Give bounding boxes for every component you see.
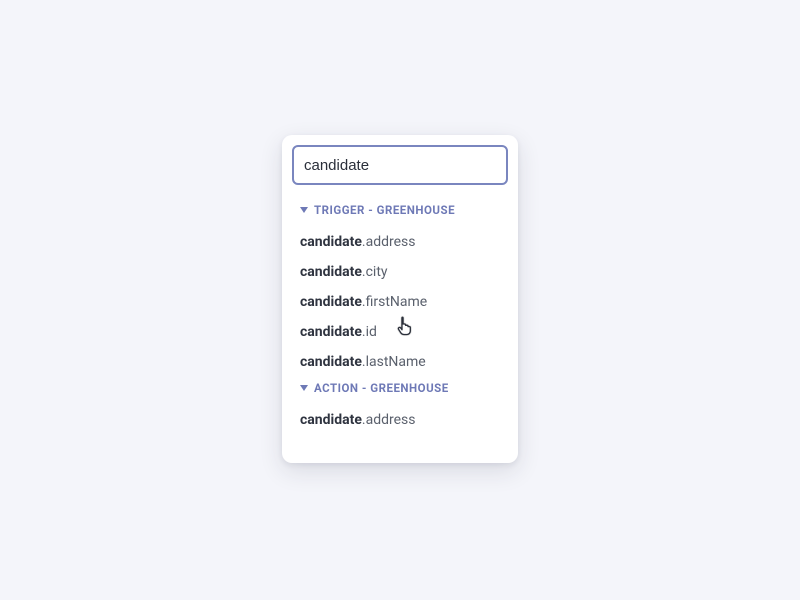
chevron-down-icon bbox=[300, 207, 308, 213]
variable-picker-panel: Trigger - Greenhouse candidate.address c… bbox=[282, 135, 518, 463]
list-item[interactable]: candidate.lastName bbox=[300, 347, 500, 377]
search-row bbox=[292, 145, 508, 185]
section-header-action[interactable]: Action - Greenhouse bbox=[300, 381, 500, 395]
section-header-trigger[interactable]: Trigger - Greenhouse bbox=[300, 203, 500, 217]
section-label: Trigger - Greenhouse bbox=[314, 203, 455, 217]
list-item[interactable]: candidate.address bbox=[300, 405, 500, 435]
list-item[interactable]: candidate.id bbox=[300, 317, 500, 347]
results-list: Trigger - Greenhouse candidate.address c… bbox=[292, 185, 508, 463]
list-item[interactable]: candidate.firstName bbox=[300, 287, 500, 317]
list-item[interactable]: candidate.address bbox=[300, 227, 500, 257]
chevron-down-icon bbox=[300, 385, 308, 391]
search-input[interactable] bbox=[294, 147, 508, 183]
section-label: Action - Greenhouse bbox=[314, 381, 449, 395]
list-item[interactable]: candidate.city bbox=[300, 257, 500, 287]
